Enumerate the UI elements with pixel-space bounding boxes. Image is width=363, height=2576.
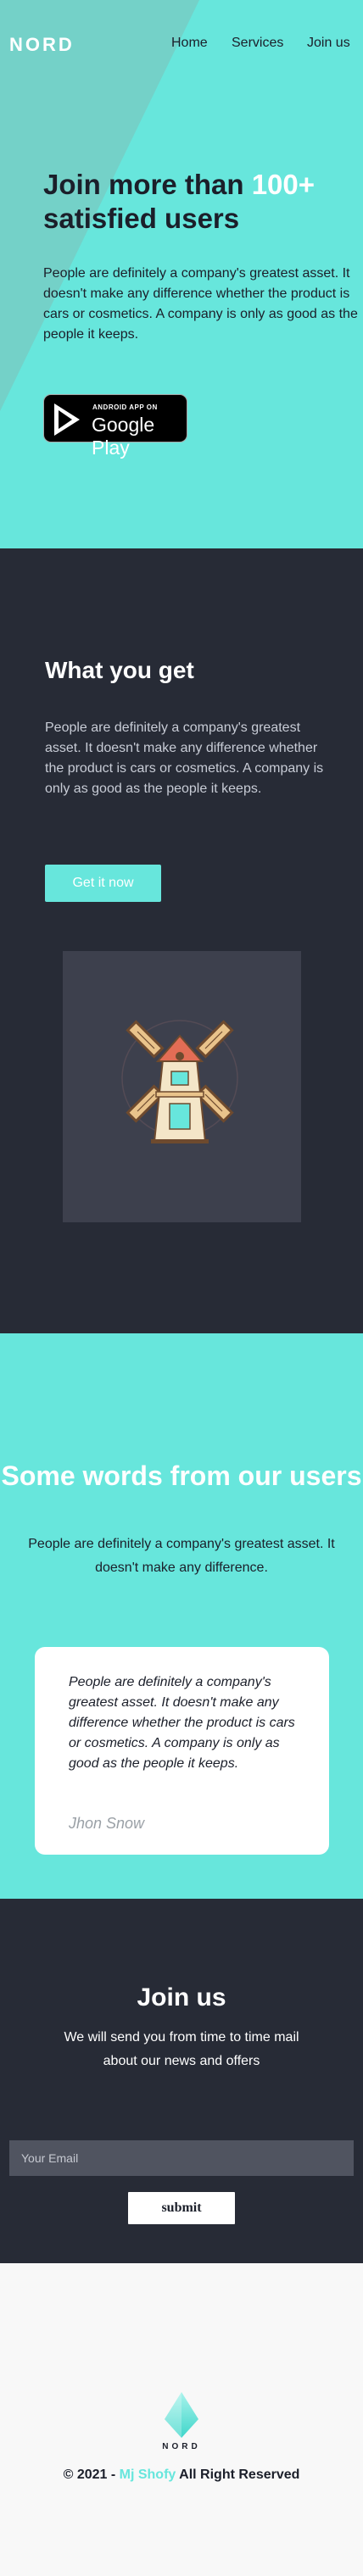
hero-title-pre: Join more than: [43, 169, 252, 200]
windmill-icon: [121, 1020, 238, 1143]
newsletter-section: Join us We will send you from time to ti…: [0, 1899, 363, 2263]
copyright-pre: © 2021 -: [63, 2468, 120, 2482]
nord-logo-icon: [165, 2392, 198, 2438]
copyright-author-link[interactable]: Mj Shofy: [120, 2468, 176, 2482]
google-play-button[interactable]: ANDROID APP ON Google Play: [43, 394, 187, 459]
copyright: © 2021 - Mj Shofy All Right Reserved: [0, 2468, 363, 2483]
hero-title: Join more than 100+ satisfied users: [43, 168, 340, 236]
features-text: People are definitely a company's greate…: [45, 721, 324, 796]
email-field[interactable]: [9, 2140, 354, 2176]
newsletter-text: We will send you from time to time mail …: [64, 2030, 299, 2068]
testimonial-quote: People are definitely a company's greate…: [69, 1675, 295, 1771]
testimonials-subtitle: People are definitely a company's greate…: [28, 1537, 335, 1575]
nav-join-us[interactable]: Join us: [307, 36, 350, 51]
features-section: What you get People are definitely a com…: [0, 548, 363, 1333]
hero-title-post: satisfied users: [43, 203, 240, 234]
hero-title-highlight: 100+: [251, 169, 316, 200]
illustration-card: [63, 951, 301, 1222]
submit-button[interactable]: submit: [128, 2192, 235, 2224]
get-it-now-button[interactable]: Get it now: [45, 865, 161, 902]
hero-section: NORD Home Services Join us Join more tha…: [0, 0, 363, 548]
features-title: What you get: [45, 657, 194, 683]
footer-logo-text: NORD: [162, 2442, 201, 2451]
hero-text: People are definitely a company's greate…: [43, 266, 358, 342]
testimonial-author: Jhon Snow: [69, 1815, 145, 1832]
main-nav: Home Services Join us: [0, 36, 363, 54]
newsletter-title: Join us: [137, 1983, 226, 2011]
nav-services[interactable]: Services: [232, 36, 283, 51]
store-badge-big: Google Play: [92, 414, 155, 459]
testimonials-section: Some words from our users People are def…: [0, 1333, 363, 1899]
google-play-icon: [54, 403, 80, 436]
store-badge-small: ANDROID APP ON: [92, 403, 158, 411]
copyright-post: All Right Reserved: [176, 2468, 300, 2482]
nav-home[interactable]: Home: [171, 36, 208, 51]
testimonials-title: Some words from our users: [1, 1460, 362, 1491]
footer: NORD © 2021 - Mj Shofy All Right Reserve…: [0, 2263, 363, 2576]
testimonial-card: People are definitely a company's greate…: [35, 1647, 329, 1855]
